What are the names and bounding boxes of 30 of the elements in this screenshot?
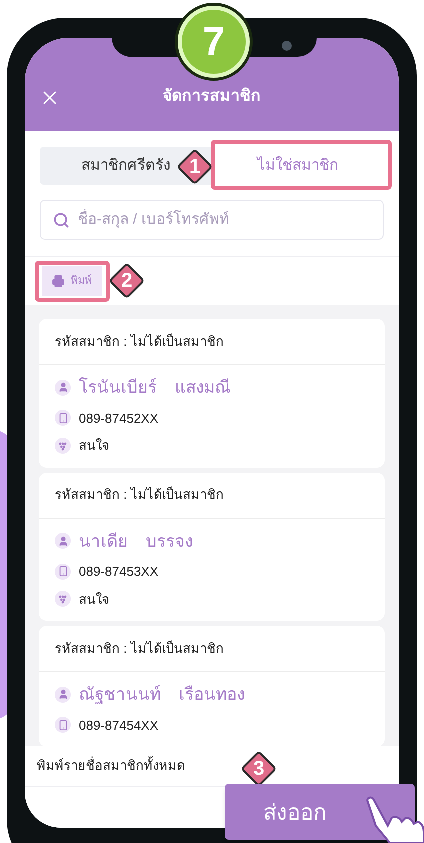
person-icon (55, 380, 71, 396)
phone-icon (55, 410, 71, 426)
person-icon (55, 686, 71, 703)
dots-icon (55, 591, 71, 608)
member-card[interactable]: รหัสสมาชิก : ไม่ได้เป็นสมาชิก นาเดีย บรรจง 089-87453XX สนใจ (39, 472, 385, 621)
member-code: รหัสสมาชิก : ไม่ได้เป็นสมาชิก (55, 640, 224, 658)
member-last-name: แสงมณี (175, 377, 231, 399)
member-first-name: โรนันเบียร์ (79, 376, 157, 399)
member-last-name: บรรจง (146, 530, 193, 552)
member-phone: 089-87453XX (79, 563, 159, 581)
member-first-name: นาเดีย (79, 530, 128, 552)
print-all-label: พิมพ์รายชื่อสมาชิกทั้งหมด (37, 756, 185, 776)
member-code: รหัสสมาชิก : ไม่ได้เป็นสมาชิก (55, 486, 224, 504)
member-interest: สนใจ (79, 437, 110, 455)
member-phone: 089-87454XX (79, 716, 159, 734)
person-icon (55, 533, 71, 550)
member-first-name: ณัฐชานนท์ (79, 684, 161, 706)
dots-icon (55, 438, 71, 454)
phone-icon (55, 717, 71, 734)
member-card[interactable]: รหัสสมาชิก : ไม่ได้เป็นสมาชิก โรนันเบียร์ แสงมณี 089-87452XX สนใจ (39, 319, 385, 468)
member-phone: 089-87452XX (79, 410, 159, 428)
member-interest: สนใจ (79, 590, 110, 608)
segment-tab[interactable]: สมาชิกศรีตรัง (78, 147, 174, 185)
member-last-name: เรือนทอง (179, 684, 245, 706)
member-code: รหัสสมาชิก : ไม่ได้เป็นสมาชิก (55, 332, 224, 351)
search-icon (53, 212, 70, 228)
member-card[interactable]: รหัสสมาชิก : ไม่ได้เป็นสมาชิก ณัฐชานนท์ เรือนทอง 089-87454XX (39, 626, 385, 746)
phone-icon (55, 564, 71, 580)
printer-icon (52, 274, 65, 288)
header-title: จัดการสมาชิก (162, 86, 262, 107)
